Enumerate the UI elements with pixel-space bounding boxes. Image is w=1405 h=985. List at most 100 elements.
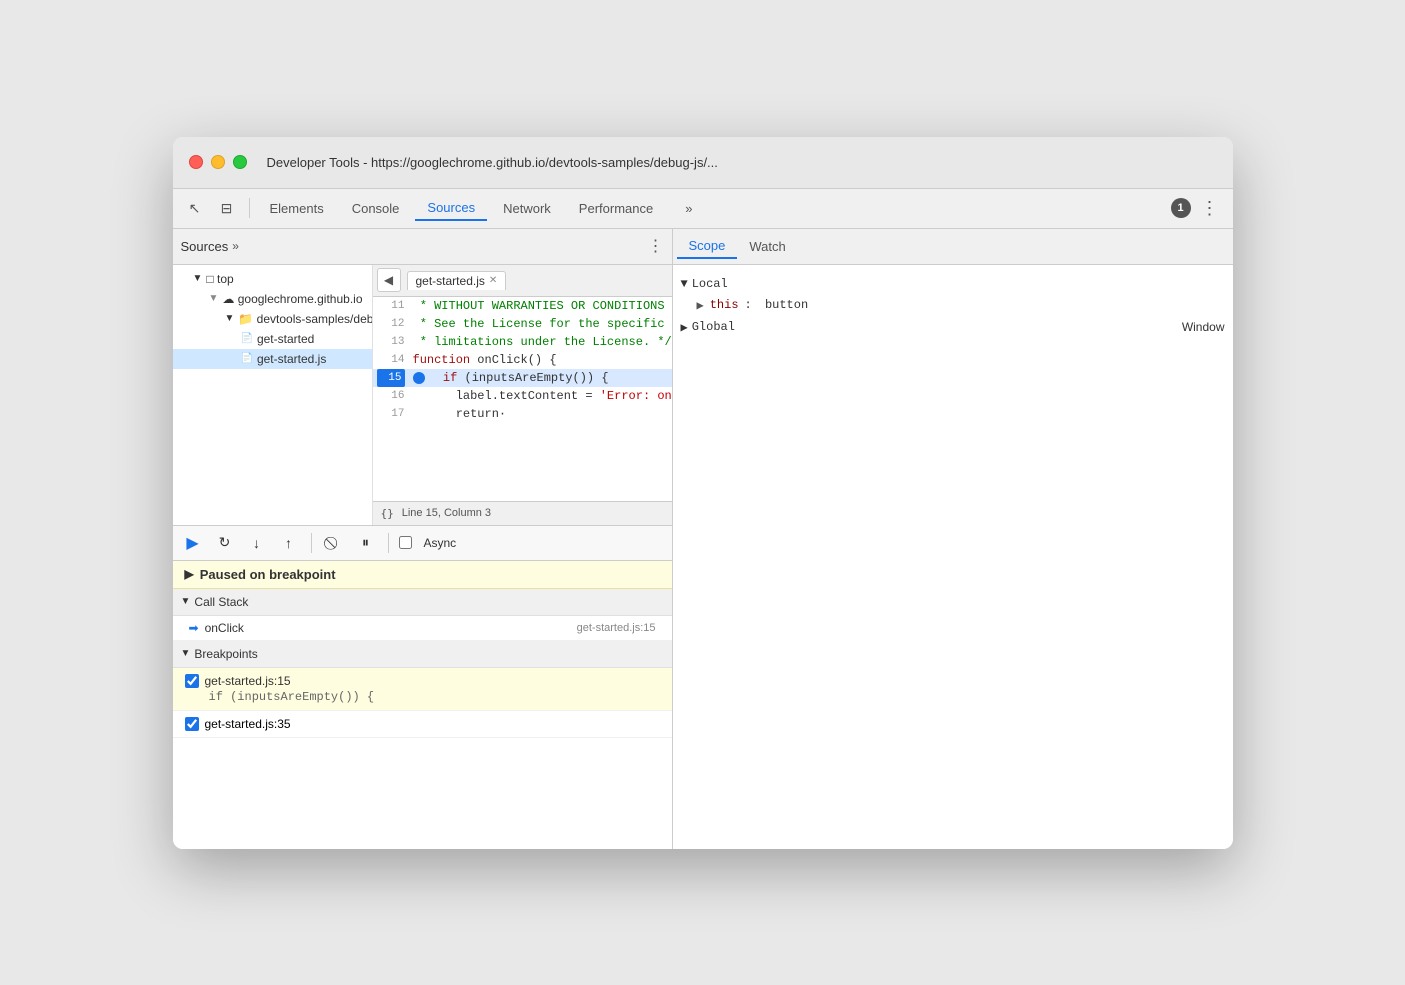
sources-sub-toolbar: Sources » ⋮ <box>173 229 672 265</box>
content-area: Sources » ⋮ ▼ □ top ▼ ☁ googlechrome.git… <box>173 229 1233 849</box>
cursor-tool-button[interactable]: ↖ <box>181 194 209 222</box>
device-toolbar-button[interactable]: ⊟ <box>213 194 241 222</box>
scope-expand-icon: ▶ <box>697 298 704 313</box>
device-icon: ⊟ <box>221 200 233 217</box>
debugger-divider <box>311 533 312 553</box>
devtools-window: Developer Tools - https://googlechrome.g… <box>173 137 1233 849</box>
more-tabs-button[interactable]: » <box>673 197 704 220</box>
paused-text: Paused on breakpoint <box>200 567 336 582</box>
breakpoint-code-15: if (inputsAreEmpty()) { <box>185 690 664 704</box>
cursor-icon: ↖ <box>189 200 201 217</box>
triangle-down-icon: ▼ <box>681 277 688 291</box>
triangle-down-icon: ▼ <box>193 273 203 284</box>
debug-panels: ▼ Call Stack ➡ onClick get-started.js:15… <box>173 589 672 849</box>
sources-more-button[interactable]: » <box>232 239 239 253</box>
tree-item-label: 📁 devtools-samples/debug- <box>238 312 372 326</box>
code-line-14: 14 function onClick() { <box>373 351 672 369</box>
traffic-lights <box>189 155 247 169</box>
breakpoint-checkbox-35[interactable] <box>185 717 199 731</box>
code-line-15: 15 if (inputsAreEmpty()) { <box>373 369 672 387</box>
code-tabs: ◀ get-started.js ✕ <box>373 265 672 297</box>
local-scope-header[interactable]: ▼ Local <box>681 273 1225 295</box>
tree-item-devtools-samples[interactable]: ▼ 📁 devtools-samples/debug- <box>173 309 372 329</box>
tab-watch[interactable]: Watch <box>737 235 797 258</box>
debugger-toolbar: ▶ ↻ ↓ ↑ ⃠ ⏸ Asyn <box>173 525 672 561</box>
pause-icon: ⏸ <box>362 534 369 551</box>
back-forward-button[interactable]: ◀ <box>377 268 401 292</box>
close-button[interactable] <box>189 155 203 169</box>
code-status-bar: {} Line 15, Column 3 <box>373 501 672 525</box>
main-toolbar: ↖ ⊟ Elements Console Sources Network Per… <box>173 189 1233 229</box>
tree-item-label: □ top <box>206 272 233 286</box>
call-stack-item-onclick[interactable]: ➡ onClick get-started.js:15 <box>173 616 672 641</box>
sources-panel-label: Sources <box>181 239 229 254</box>
tree-item-github[interactable]: ▼ ☁ googlechrome.github.io <box>173 289 372 309</box>
file-tree: ▼ □ top ▼ ☁ googlechrome.github.io ▼ 📁 d… <box>173 265 373 525</box>
code-content: 11 * WITHOUT WARRANTIES OR CONDITIONS OF… <box>373 297 672 501</box>
scope-item-this: ▶ this : button <box>681 295 1225 316</box>
breakpoint-marker <box>413 372 425 384</box>
resume-button[interactable]: ▶ <box>181 531 205 555</box>
breakpoints-header[interactable]: ▼ Breakpoints <box>173 641 672 668</box>
left-panel: Sources » ⋮ ▼ □ top ▼ ☁ googlechrome.git… <box>173 229 673 849</box>
tree-item-get-started[interactable]: 📄 get-started <box>173 329 372 349</box>
current-frame-icon: ➡ <box>189 621 199 635</box>
paused-banner: ▶ Paused on breakpoint <box>173 561 672 589</box>
call-stack-label: Call Stack <box>194 595 248 609</box>
step-out-button[interactable]: ↑ <box>277 531 301 555</box>
triangle-down-icon: ▼ <box>225 313 235 324</box>
cursor-position: Line 15, Column 3 <box>402 507 491 519</box>
triangle-down-icon: ▼ <box>181 648 191 659</box>
global-scope-label: Global <box>692 320 735 334</box>
global-scope-header[interactable]: ▶ Global Window <box>681 316 1225 339</box>
tab-elements[interactable]: Elements <box>258 197 336 220</box>
scope-tabs: Scope Watch <box>673 229 1233 265</box>
breakpoint-checkbox-15[interactable] <box>185 674 199 688</box>
sources-split: ▼ □ top ▼ ☁ googlechrome.github.io ▼ 📁 d… <box>173 265 672 525</box>
error-count: 1 <box>1177 202 1183 214</box>
devtools-menu-button[interactable]: ⋮ <box>1195 198 1225 219</box>
tree-item-label: get-started.js <box>257 352 326 366</box>
error-count-badge: 1 <box>1171 198 1191 218</box>
breakpoint-filename-35: get-started.js:35 <box>205 717 291 731</box>
pause-exceptions-button[interactable]: ⏸ <box>354 531 378 555</box>
toolbar-divider-1 <box>249 198 250 218</box>
tab-sources[interactable]: Sources <box>415 196 487 221</box>
code-tab-get-started-js[interactable]: get-started.js ✕ <box>407 271 507 290</box>
call-stack-location: get-started.js:15 <box>577 622 656 634</box>
tab-filename: get-started.js <box>416 274 485 288</box>
tree-item-top[interactable]: ▼ □ top <box>173 269 372 289</box>
code-line-16: 16 label.textContent = 'Error: one or bo… <box>373 387 672 405</box>
maximize-button[interactable] <box>233 155 247 169</box>
call-stack-function-name: onClick <box>205 621 571 635</box>
tab-performance[interactable]: Performance <box>567 197 665 220</box>
tab-network[interactable]: Network <box>491 197 563 220</box>
resume-icon: ▶ <box>186 533 198 553</box>
title-bar: Developer Tools - https://googlechrome.g… <box>173 137 1233 189</box>
error-badge: 1 <box>1171 198 1191 218</box>
deactivate-breakpoints-button[interactable]: ⃠ <box>322 531 346 555</box>
code-line-13: 13 * limitations under the License. */ <box>373 333 672 351</box>
step-over-button[interactable]: ↻ <box>213 531 237 555</box>
debugger-divider-2 <box>388 533 389 553</box>
paused-arrow-icon: ▶ <box>185 567 194 581</box>
triangle-down-icon: ▼ <box>209 293 219 304</box>
sources-kebab-button[interactable]: ⋮ <box>648 236 664 256</box>
call-stack-header[interactable]: ▼ Call Stack <box>173 589 672 616</box>
right-panel: Scope Watch ▼ Local ▶ this : button ▶ <box>673 229 1233 849</box>
file-icon: 📄 <box>241 333 253 344</box>
tab-scope[interactable]: Scope <box>677 234 738 259</box>
scope-key-this: this <box>710 298 739 312</box>
async-label: Async <box>424 536 457 550</box>
async-checkbox[interactable] <box>399 536 412 549</box>
pretty-print-button[interactable]: {} <box>381 507 394 520</box>
step-into-icon: ↓ <box>253 535 260 551</box>
tab-close-button[interactable]: ✕ <box>489 275 497 286</box>
file-js-icon: 📄 <box>241 353 253 364</box>
breakpoint-item-15: get-started.js:15 if (inputsAreEmpty()) … <box>173 668 672 711</box>
minimize-button[interactable] <box>211 155 225 169</box>
tree-item-get-started-js[interactable]: 📄 get-started.js <box>173 349 372 369</box>
step-into-button[interactable]: ↓ <box>245 531 269 555</box>
triangle-down-icon: ▼ <box>181 596 191 607</box>
tab-console[interactable]: Console <box>340 197 412 220</box>
